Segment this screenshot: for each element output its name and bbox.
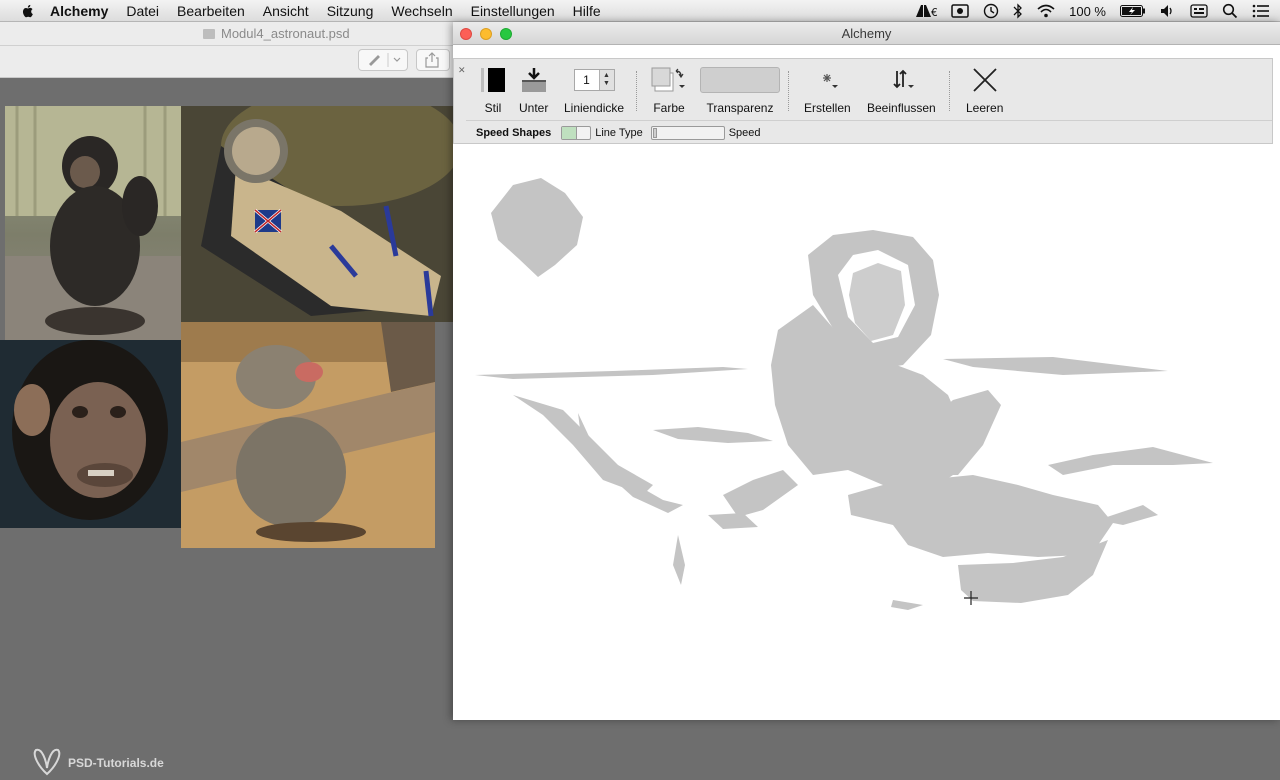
underlay-icon	[520, 65, 548, 95]
menu-datei[interactable]: Datei	[126, 3, 159, 19]
transparency-swatch[interactable]	[700, 67, 780, 93]
tool-liniendicke[interactable]: 1 ▲ ▼ Liniendicke	[564, 65, 624, 115]
menu-sitzung[interactable]: Sitzung	[327, 3, 374, 19]
photo-astronaut	[181, 106, 453, 322]
toolbar-close-icon[interactable]: ✕	[458, 65, 466, 76]
create-sparkle-icon	[812, 65, 842, 95]
line-width-stepper[interactable]: 1 ▲ ▼	[573, 69, 615, 91]
toolbar-separator	[949, 71, 950, 111]
alchemy-toolbar: ✕ Stil Unter 1 ▲ ▼ Liniendicke Farbe Tra…	[453, 58, 1273, 144]
document-icon	[203, 28, 215, 39]
menu-wechseln[interactable]: Wechseln	[391, 3, 452, 19]
speed-slider-knob[interactable]	[652, 127, 657, 138]
speed-shapes-label: Speed Shapes	[476, 126, 552, 139]
status-area: € 100 %	[915, 0, 1270, 22]
keyboard-icon[interactable]	[1190, 4, 1208, 18]
menu-hilfe[interactable]: Hilfe	[573, 3, 601, 19]
alchemy-window: Alchemy ✕ Stil Unter 1 ▲ ▼ Liniendicke F…	[453, 22, 1280, 720]
stepper-arrows-icon[interactable]: ▲ ▼	[598, 70, 614, 90]
battery-percent[interactable]: 100 %	[1069, 4, 1106, 19]
toolbar-separator	[636, 71, 637, 111]
toolbar-separator	[788, 71, 789, 111]
tool-stil[interactable]: Stil	[480, 65, 506, 115]
chimp-sitting-image	[5, 106, 181, 340]
chimp-face-image	[0, 340, 181, 528]
color-swap-icon	[651, 65, 687, 95]
menu-bearbeiten[interactable]: Bearbeiten	[177, 3, 245, 19]
menu-einstellungen[interactable]: Einstellungen	[471, 3, 555, 19]
adobe-icon[interactable]: €	[915, 4, 937, 18]
clear-x-icon	[971, 65, 999, 95]
style-icon	[480, 65, 506, 95]
tool-farbe[interactable]: Farbe	[651, 65, 687, 115]
photo-baboon	[181, 322, 435, 548]
screen-record-icon[interactable]	[951, 4, 969, 18]
spotlight-search-icon[interactable]	[1222, 3, 1238, 19]
line-type-curved-icon[interactable]	[577, 127, 591, 139]
tool-leeren[interactable]: Leeren	[966, 65, 1003, 115]
psd-tutorials-watermark: PSD-Tutorials.de	[30, 746, 164, 780]
battery-icon[interactable]	[1120, 5, 1146, 17]
share-icon	[425, 52, 439, 68]
photoshop-titlebar: Modul4_astronaut.psd	[0, 22, 453, 46]
menu-app-name[interactable]: Alchemy	[50, 3, 108, 19]
svg-text:€: €	[931, 6, 937, 18]
time-machine-icon[interactable]	[983, 3, 999, 19]
line-type-straight-icon[interactable]	[562, 126, 577, 139]
affect-arrows-icon	[886, 65, 916, 95]
alchemy-drawing-canvas[interactable]	[453, 145, 1280, 720]
photoshop-canvas-area: PSD-Tutorials.de	[0, 78, 453, 776]
tool-beeinflussen[interactable]: Beeinflussen	[867, 65, 936, 115]
apple-icon[interactable]	[20, 3, 36, 19]
butterfly-logo-icon	[33, 748, 61, 776]
speed-shapes-options-bar: Speed Shapes Line Type Speed	[466, 120, 1272, 144]
brush-dropdown-button[interactable]	[358, 49, 408, 71]
tool-transparenz[interactable]: Transparenz	[700, 65, 780, 115]
bluetooth-icon[interactable]	[1013, 3, 1023, 19]
photoshop-document-title: Modul4_astronaut.psd	[203, 26, 350, 41]
line-type-toggle[interactable]	[561, 125, 592, 140]
alchemy-window-title: Alchemy	[841, 26, 892, 41]
tool-unter[interactable]: Unter	[519, 65, 548, 115]
volume-icon[interactable]	[1160, 4, 1176, 18]
speed-label: Speed	[728, 126, 761, 139]
line-type-label: Line Type	[595, 126, 643, 139]
speed-slider[interactable]	[650, 125, 725, 140]
brush-icon	[369, 53, 401, 67]
line-width-value[interactable]: 1	[575, 73, 599, 87]
photo-chimp-face	[0, 340, 181, 528]
photo-chimp-sitting	[5, 106, 181, 340]
photoshop-toolbar	[0, 46, 453, 78]
menu-ansicht[interactable]: Ansicht	[263, 3, 309, 19]
menu-bar: Alchemy Datei Bearbeiten Ansicht Sitzung…	[0, 0, 1280, 22]
baboon-image	[181, 322, 435, 548]
wifi-icon[interactable]	[1037, 4, 1055, 18]
tool-erstellen[interactable]: Erstellen	[804, 65, 851, 115]
astronaut-image	[181, 106, 453, 322]
crosshair-cursor-icon	[964, 591, 978, 605]
share-button[interactable]	[416, 49, 450, 71]
speed-shapes-sketch	[475, 178, 1213, 610]
notification-center-icon[interactable]	[1252, 4, 1270, 18]
alchemy-titlebar: Alchemy	[453, 22, 1280, 45]
